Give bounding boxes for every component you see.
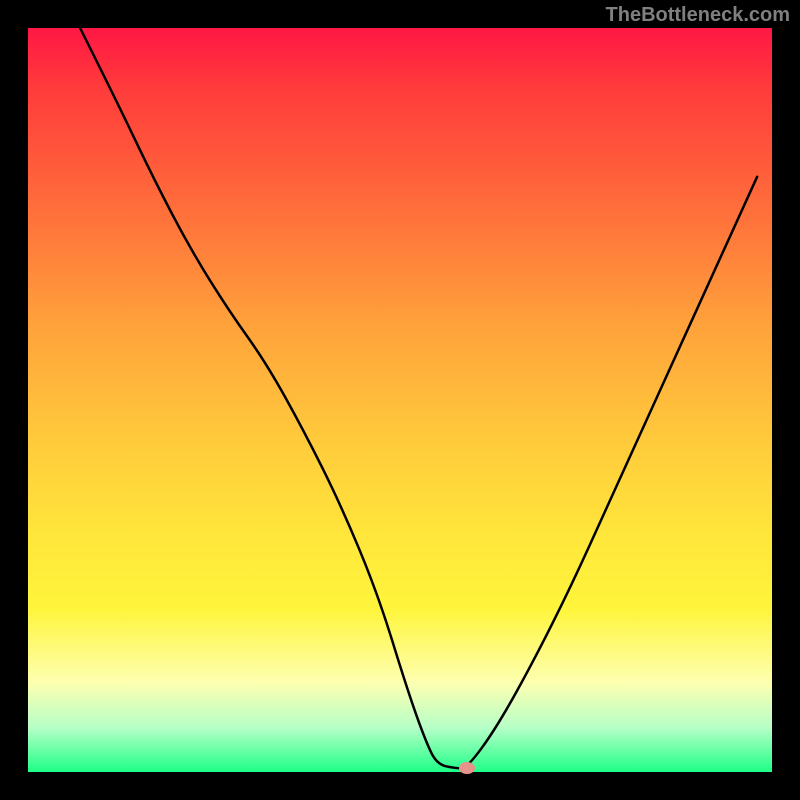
optimum-marker [459,762,475,774]
watermark-text: TheBottleneck.com [606,4,790,27]
curve-svg [28,28,772,772]
plot-area [28,28,772,772]
bottleneck-curve-path [80,28,757,768]
